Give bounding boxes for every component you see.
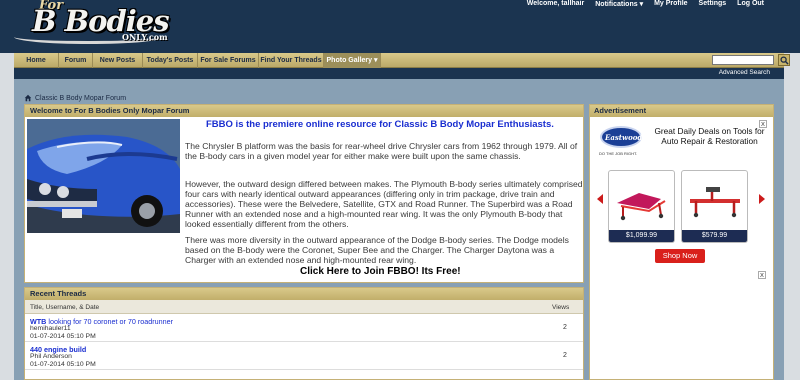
welcome-paragraph-2: However, the outward design differed bet… [185,179,583,229]
advanced-search-link[interactable]: Advanced Search [719,69,770,76]
thread-row[interactable]: 440 engine build Phil Anderson 01-07-201… [25,342,583,370]
site-header: For B Bodies ONLY.com Welcome, tallhair … [0,0,800,53]
column-views[interactable]: Views [552,304,569,311]
ad-product-2[interactable]: $579.99 [681,170,748,243]
search-icon [780,56,789,65]
eastwood-tagline: DO THE JOB RIGHT. [599,151,638,156]
car-illustration [27,119,180,233]
advertisement-header: Advertisement [590,105,773,117]
my-profile-link[interactable]: My Profile [654,0,687,8]
nav-home[interactable]: Home [14,53,59,68]
close-icon[interactable]: x [759,120,767,128]
thread-date: 01-07-2014 05:10 PM [30,333,96,340]
ad-banner[interactable]: Eastwood DO THE JOB RIGHT. Great Daily D… [595,120,767,263]
product-1-price: $1,099.99 [609,230,674,242]
breadcrumb: Classic B Body Mopar Forum [24,94,126,102]
sub-navbar: Advanced Search [14,68,784,79]
home-icon[interactable] [24,94,32,102]
nav-forum[interactable]: Forum [59,53,93,68]
nav-new-posts[interactable]: New Posts [93,53,143,68]
thread-date: 01-07-2014 05:10 PM [30,361,96,368]
logout-link[interactable]: Log Out [737,0,764,8]
eastwood-logo: Eastwood [600,126,642,148]
thread-username[interactable]: Phil Anderson [30,353,72,360]
logo-line3: ONLY.com [122,32,168,42]
eastwood-brand: Eastwood [605,133,643,142]
thread-views: 2 [563,324,567,331]
search-input[interactable] [712,55,774,65]
nav-photo-gallery[interactable]: Photo Gallery ▾ [324,53,381,68]
welcome-title: FBBO is the premiere online resource for… [206,119,554,130]
arrow-left-icon[interactable] [597,194,603,204]
car-image [27,119,180,233]
product-2-image [690,187,740,218]
ad-text: Great Daily Deals on Tools for Auto Repa… [654,126,765,146]
notifications-link[interactable]: Notifications ▾ [595,0,643,8]
nav-find-your-threads[interactable]: Find Your Threads [259,53,324,68]
thread-username[interactable]: hemihauler11 [30,325,71,332]
recent-threads-columns: Title, Username, & Date Views [25,300,583,314]
recent-threads-header: Recent Threads [25,288,583,300]
recent-threads-panel: Recent Threads Title, Username, & Date V… [24,287,584,380]
ad-product-1[interactable]: $1,099.99 [608,170,675,243]
product-1-image [617,193,666,221]
join-link[interactable]: Click Here to Join FBBO! Its Free! [300,266,461,277]
nav-todays-posts[interactable]: Today's Posts [143,53,198,68]
welcome-text[interactable]: Welcome, tallhair [527,0,584,8]
user-links: Welcome, tallhair Notifications ▾ My Pro… [527,0,764,8]
arrow-right-icon[interactable] [759,194,765,204]
search-button[interactable] [778,54,790,66]
settings-link[interactable]: Settings [699,0,727,8]
welcome-panel-header: Welcome to For B Bodies Only Mopar Forum [25,105,583,117]
close-icon-2[interactable]: x [758,271,766,279]
welcome-paragraph-1: The Chrysler B platform was the basis fo… [185,141,578,161]
main-navbar: Home Forum New Posts Today's Posts For S… [14,53,790,68]
thread-views: 2 [563,352,567,359]
nav-for-sale-forums[interactable]: For Sale Forums [198,53,259,68]
product-2-price: $579.99 [682,230,747,242]
welcome-paragraph-3: There was more diversity in the outward … [185,235,569,265]
welcome-panel: Welcome to For B Bodies Only Mopar Forum… [24,104,584,283]
breadcrumb-label[interactable]: Classic B Body Mopar Forum [35,95,126,102]
advertisement-panel: Advertisement Eastwood DO THE JOB RIGHT.… [589,104,774,380]
shop-now-button[interactable]: Shop Now [655,249,705,263]
site-logo[interactable]: For B Bodies ONLY.com [14,0,174,48]
column-title[interactable]: Title, Username, & Date [30,304,99,311]
thread-row[interactable]: WTB looking for 70 coronet or 70 roadrun… [25,314,583,342]
